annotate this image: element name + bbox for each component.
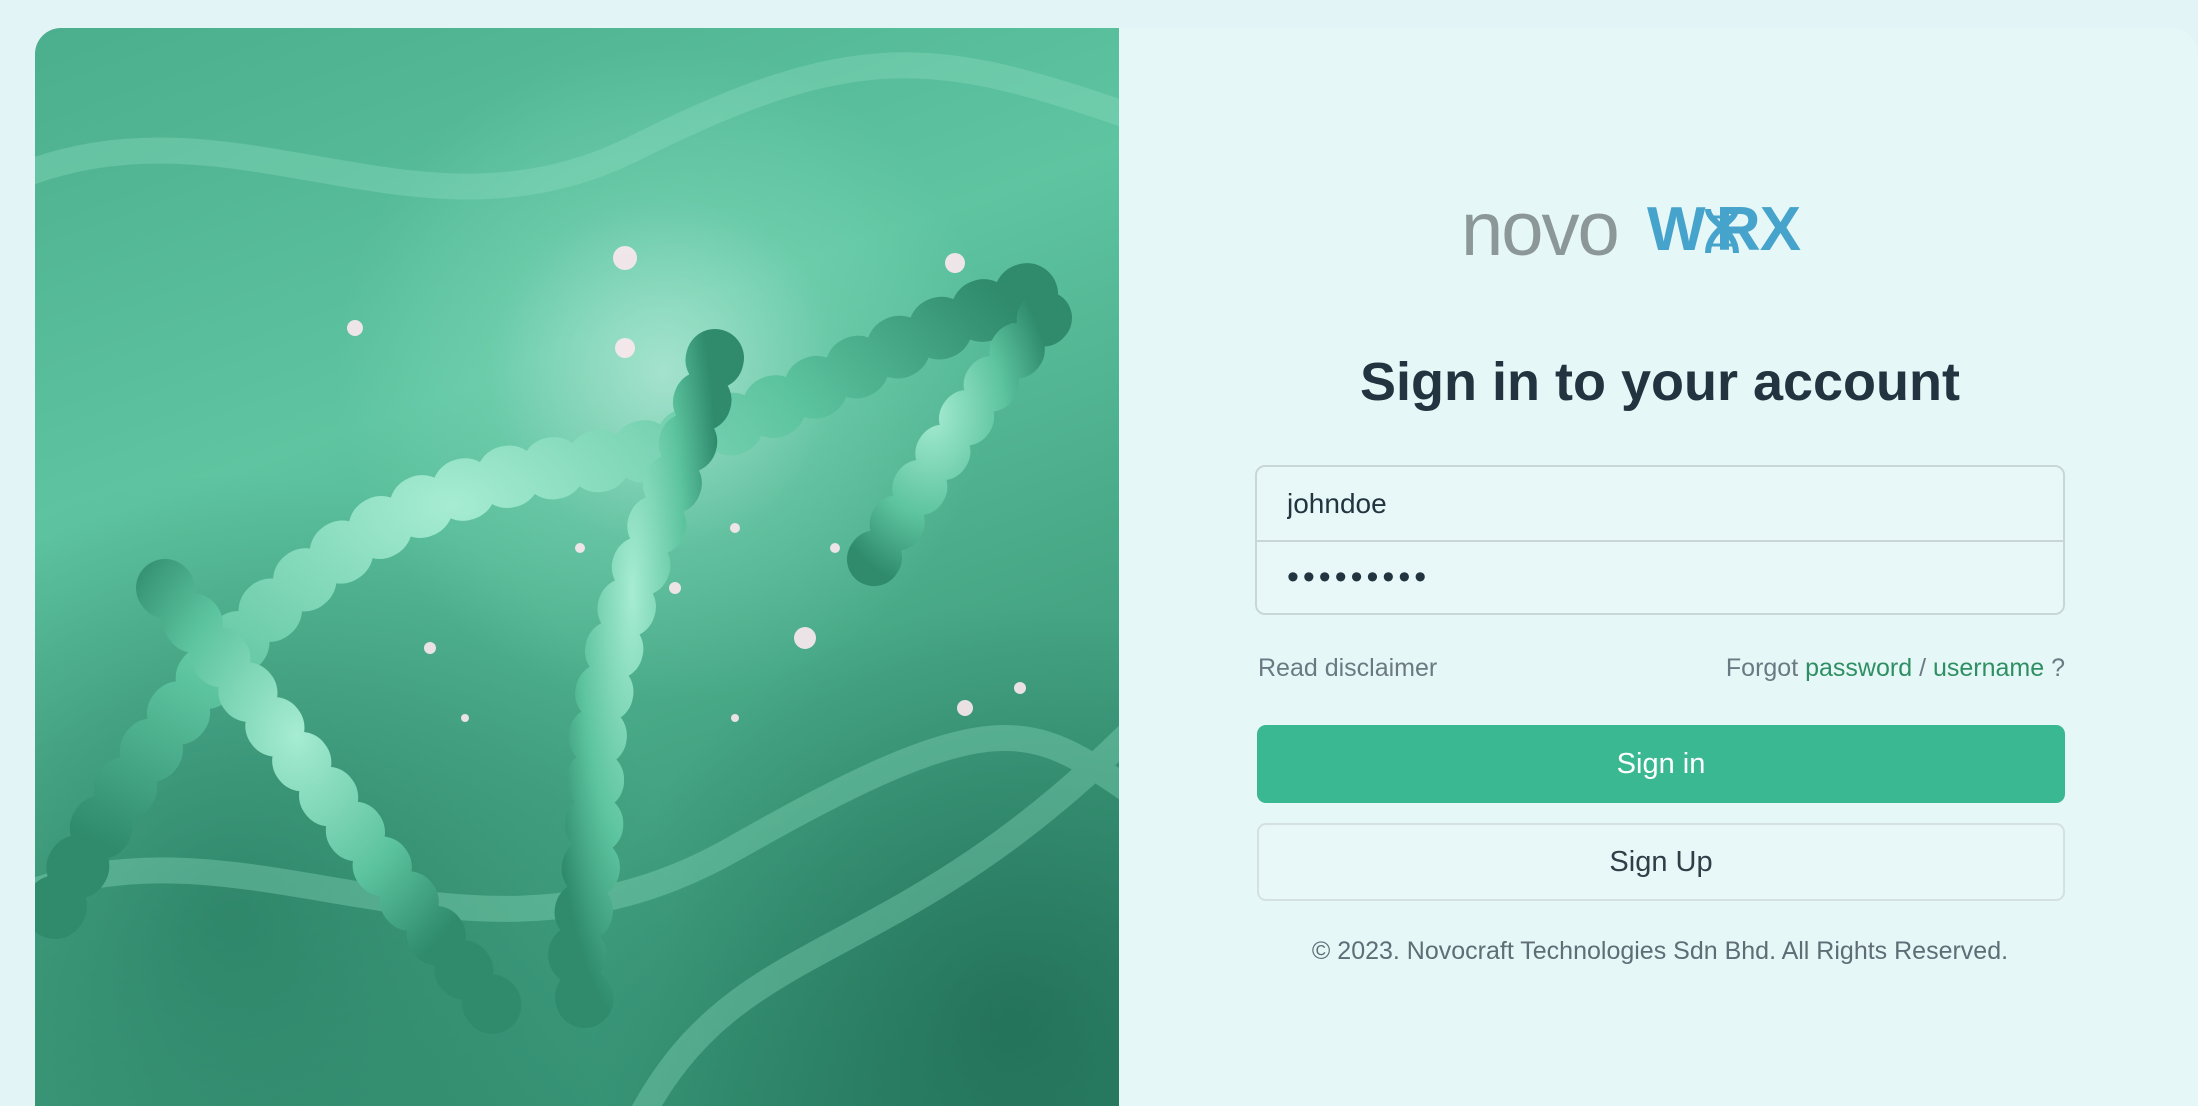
auth-links-row: Read disclaimer Forgot password / userna… — [1258, 652, 2065, 688]
sign-up-button[interactable]: Sign Up — [1257, 823, 2065, 901]
forgot-separator: / — [1919, 654, 1927, 682]
username-input[interactable] — [1257, 467, 2063, 540]
forgot-username-link[interactable]: username — [1933, 654, 2044, 682]
dna-helix-icon — [1705, 208, 1739, 254]
credentials-fields — [1255, 465, 2065, 615]
dna-helix-illustration — [35, 52, 1119, 1106]
novoworx-logo: novo W RX — [1461, 187, 1861, 272]
forgot-suffix: ? — [2051, 654, 2065, 682]
sign-in-button[interactable]: Sign in — [1257, 725, 2065, 803]
forgot-prefix: Forgot — [1725, 654, 1799, 682]
password-input[interactable] — [1257, 540, 2063, 613]
logo-text-light: novo — [1461, 187, 1620, 272]
forgot-password-link[interactable]: password — [1805, 654, 1912, 682]
copyright-text: © 2023. Novocraft Technologies Sdn Bhd. … — [1311, 937, 2009, 965]
page-title: Sign in to your account — [1359, 352, 1960, 412]
dna-hero-image — [35, 28, 1119, 1106]
forgot-credentials: Forgot password / username ? — [1726, 654, 2065, 683]
read-disclaimer-link[interactable]: Read disclaimer — [1258, 654, 1437, 683]
